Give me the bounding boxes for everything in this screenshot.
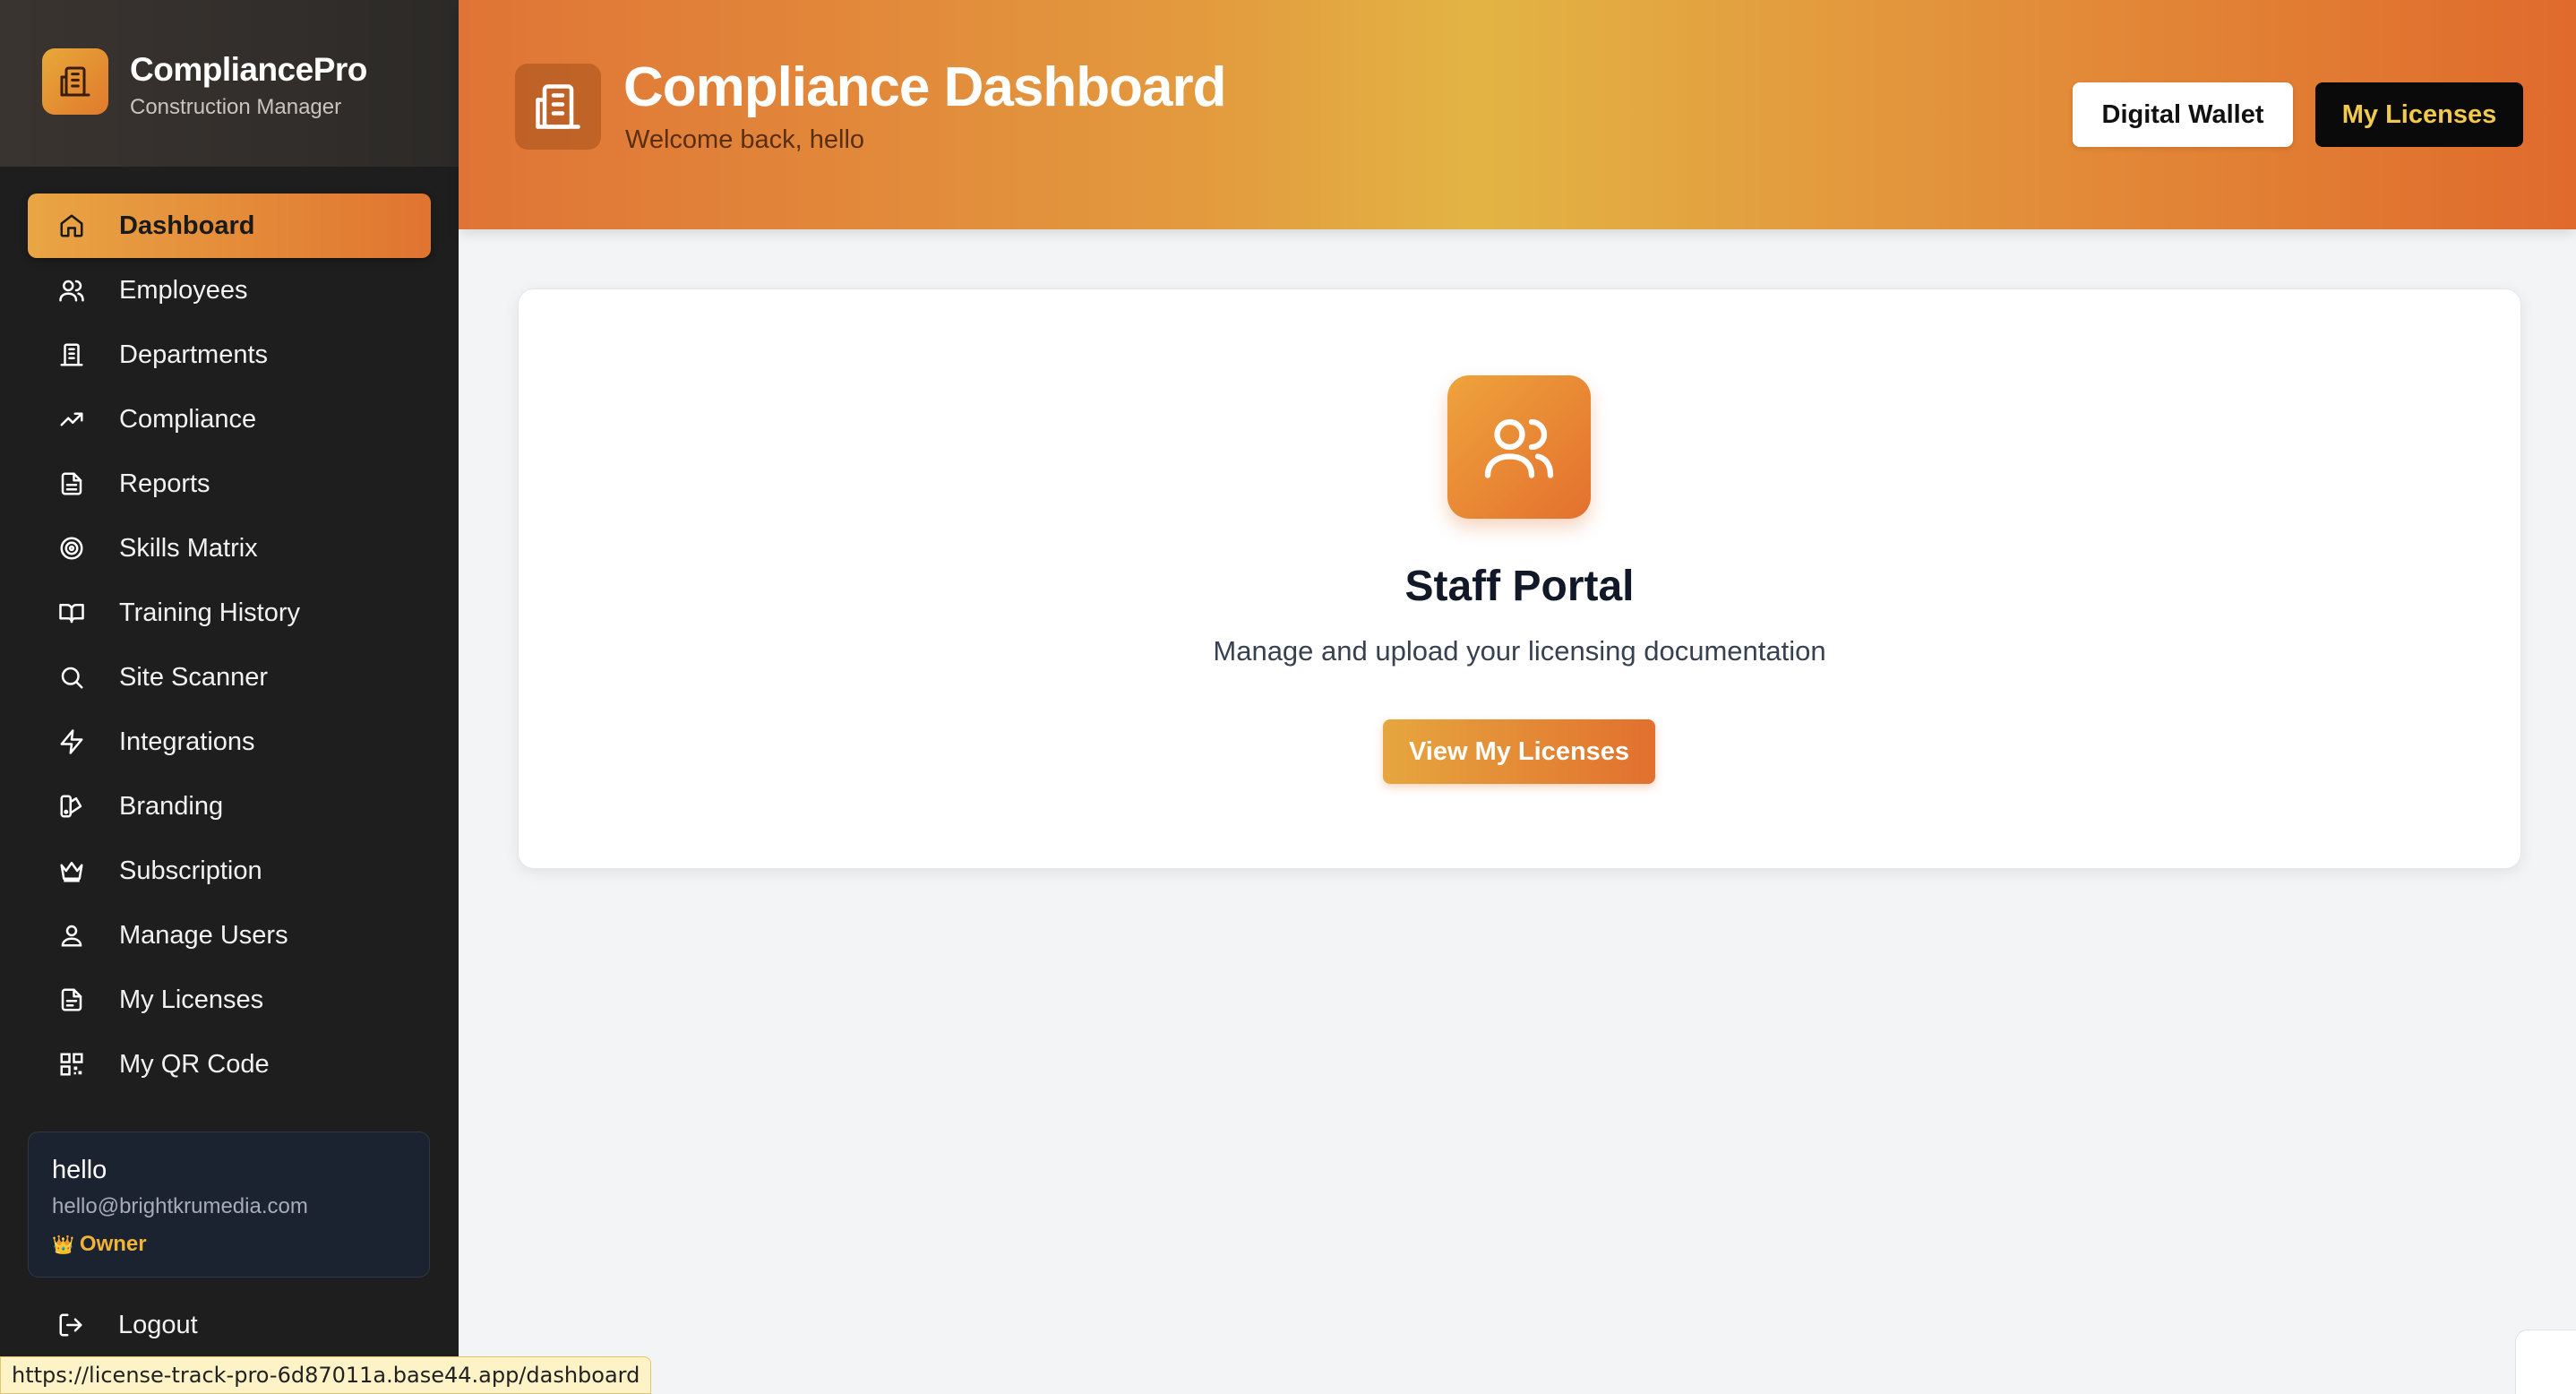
brand: CompliancePro Construction Manager [0, 0, 459, 167]
file-text-icon [56, 469, 87, 499]
target-icon [56, 533, 87, 564]
brand-name: CompliancePro [130, 51, 367, 88]
sidebar-item-my-qr-code[interactable]: My QR Code [28, 1032, 431, 1097]
sidebar-item-label: Integrations [119, 727, 255, 756]
sidebar-item-label: Manage Users [119, 920, 288, 950]
page-header: Compliance Dashboard Welcome back, hello… [459, 0, 2576, 229]
sidebar-item-compliance[interactable]: Compliance [28, 387, 431, 452]
sidebar-item-subscription[interactable]: Subscription [28, 839, 431, 903]
card-description: Manage and upload your licensing documen… [1213, 635, 1826, 667]
sidebar-item-label: Training History [119, 598, 300, 627]
sidebar-nav: Dashboard Employees Departments Complian… [0, 167, 459, 1097]
user-email: hello@brightkrumedia.com [52, 1194, 308, 1218]
view-my-licenses-button[interactable]: View My Licenses [1383, 719, 1655, 784]
book-open-icon [56, 598, 87, 628]
status-bar-url: https://license-track-pro-6d87011a.base4… [0, 1356, 652, 1394]
crown-icon [56, 856, 87, 886]
logout-label: Logout [118, 1310, 198, 1339]
brand-subtitle: Construction Manager [130, 95, 342, 119]
sidebar-item-label: Dashboard [119, 211, 255, 240]
users-icon [1447, 375, 1591, 519]
palette-icon [56, 791, 87, 822]
floating-widget[interactable] [2515, 1329, 2576, 1394]
zap-icon [56, 727, 87, 757]
sidebar-item-reports[interactable]: Reports [28, 452, 431, 516]
my-licenses-button[interactable]: My Licenses [2315, 82, 2523, 147]
sidebar-item-label: Site Scanner [119, 662, 269, 692]
sidebar-item-manage-users[interactable]: Manage Users [28, 903, 431, 968]
sidebar-item-dashboard[interactable]: Dashboard [28, 194, 431, 258]
sidebar-item-label: My QR Code [119, 1049, 270, 1079]
user-name: hello [52, 1156, 107, 1184]
digital-wallet-button[interactable]: Digital Wallet [2073, 82, 2293, 147]
sidebar-item-training-history[interactable]: Training History [28, 581, 431, 645]
sidebar-item-label: Reports [119, 469, 210, 498]
sidebar-item-label: Subscription [119, 856, 262, 885]
sidebar-item-branding[interactable]: Branding [28, 774, 431, 839]
search-icon [56, 662, 87, 693]
logout-button[interactable]: Logout [56, 1310, 198, 1340]
building-icon [56, 340, 87, 370]
users-icon [56, 275, 87, 305]
welcome-text: Welcome back, hello [625, 125, 865, 154]
logout-icon [56, 1310, 86, 1340]
card-title: Staff Portal [1404, 563, 1635, 610]
staff-portal-card: Staff Portal Manage and upload your lice… [518, 288, 2521, 869]
user-cog-icon [56, 920, 87, 951]
sidebar-item-skills-matrix[interactable]: Skills Matrix [28, 516, 431, 581]
role-badge: 👑 Owner [52, 1232, 429, 1257]
qr-code-icon [56, 1049, 87, 1080]
sidebar-item-employees[interactable]: Employees [28, 258, 431, 323]
building-icon [515, 64, 601, 150]
sidebar-item-label: Departments [119, 340, 269, 369]
building-icon [42, 48, 108, 115]
sidebar-item-my-licenses[interactable]: My Licenses [28, 968, 431, 1032]
sidebar-item-label: Skills Matrix [119, 533, 258, 563]
sidebar-item-label: Branding [119, 791, 224, 821]
sidebar-item-label: My Licenses [119, 985, 264, 1014]
user-role: Owner [79, 1232, 147, 1256]
sidebar-item-site-scanner[interactable]: Site Scanner [28, 645, 431, 710]
trending-up-icon [56, 404, 87, 435]
home-icon [56, 211, 87, 241]
sidebar-item-integrations[interactable]: Integrations [28, 710, 431, 774]
sidebar: CompliancePro Construction Manager Dashb… [0, 0, 459, 1394]
sidebar-item-departments[interactable]: Departments [28, 323, 431, 387]
sidebar-item-label: Employees [119, 275, 248, 305]
sidebar-item-label: Compliance [119, 404, 257, 434]
user-card: hello hello@brightkrumedia.com 👑 Owner [28, 1132, 430, 1278]
crown-icon: 👑 [52, 1235, 74, 1255]
file-icon [56, 985, 87, 1015]
page-title: Compliance Dashboard [623, 56, 1226, 118]
